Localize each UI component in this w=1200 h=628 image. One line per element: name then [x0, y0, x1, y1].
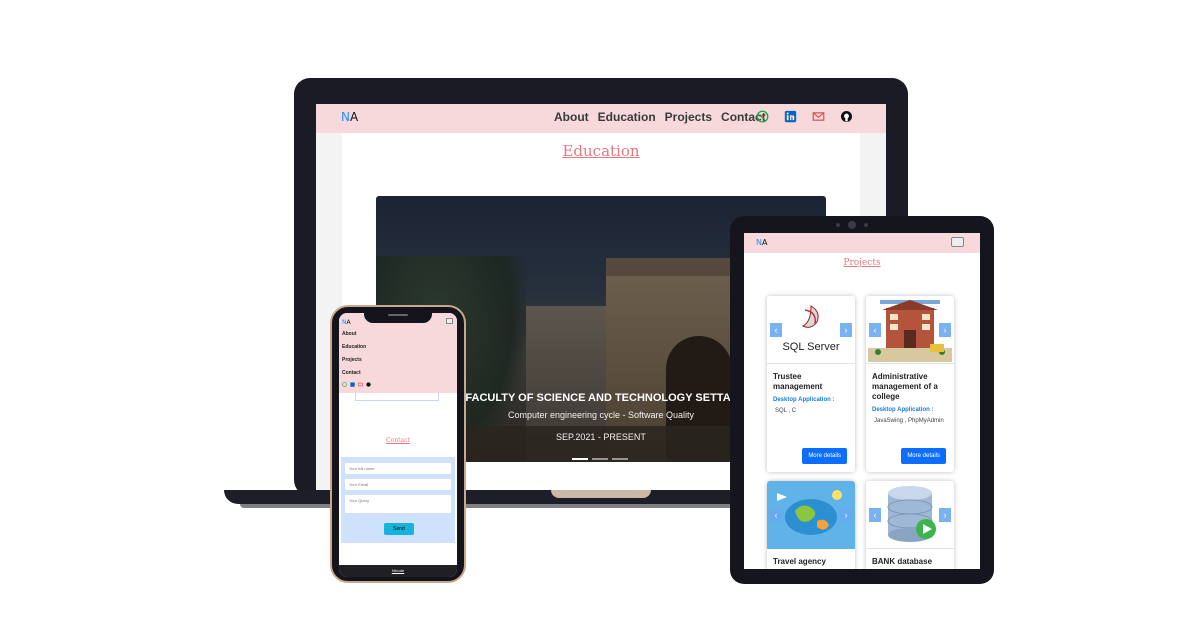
email-field[interactable]: Your Email: [345, 479, 451, 490]
more-details-button[interactable]: More details: [802, 448, 847, 464]
github-icon[interactable]: [840, 110, 853, 123]
chevron-left-icon[interactable]: ‹: [869, 508, 881, 522]
project-title: Travel agency: [773, 557, 826, 566]
project-card: ‹ › Travel agency: [767, 481, 855, 569]
carousel-indicator-1[interactable]: [572, 458, 588, 460]
tablet-screen: NA Projects SQL Server ‹ › Trustee manag…: [744, 233, 980, 569]
menu-item-projects[interactable]: Projects: [342, 357, 362, 363]
menu-item-contact[interactable]: Contact: [342, 370, 361, 376]
project-kind: Desktop Application :: [872, 407, 934, 413]
footer-link[interactable]: Nlcode: [339, 565, 457, 577]
hamburger-icon[interactable]: [951, 237, 964, 247]
sql-server-logo-text: SQL Server: [782, 341, 839, 353]
project-image-sqlserver: SQL Server ‹ ›: [767, 296, 855, 364]
social-links: [756, 110, 853, 123]
nav-link-about[interactable]: About: [554, 110, 589, 124]
laptop-hinge-notch: [551, 490, 651, 498]
carousel-indicator-2[interactable]: [592, 458, 608, 460]
brand-logo[interactable]: NA: [756, 238, 767, 247]
menu-item-education[interactable]: Education: [342, 344, 366, 350]
project-image-travel: ‹ ›: [767, 481, 855, 549]
chevron-right-icon[interactable]: ›: [939, 508, 951, 522]
phone-speaker: [388, 314, 408, 316]
contact-form: Your full name Your Email Your Query Sen…: [341, 457, 455, 543]
project-title: BANK database: [872, 557, 933, 566]
chevron-right-icon[interactable]: ›: [939, 323, 951, 337]
menu-item-about[interactable]: About: [342, 331, 356, 337]
project-image-database: ‹ ›: [866, 481, 954, 549]
section-title-projects: Projects: [843, 258, 881, 268]
github-icon[interactable]: [366, 382, 371, 387]
whatsapp-icon[interactable]: [342, 382, 347, 387]
social-links: [342, 382, 371, 387]
chevron-left-icon[interactable]: ‹: [770, 508, 782, 522]
project-card: SQL Server ‹ › Trustee management Deskto…: [767, 296, 855, 472]
chevron-right-icon[interactable]: ›: [840, 323, 852, 337]
navbar: NA About Education Projects Contact: [316, 104, 886, 133]
project-image-college: ‹ ›: [866, 296, 954, 364]
phone-menu: NA About Education Projects Contact: [339, 313, 457, 393]
carousel-indicator-3[interactable]: [612, 458, 628, 460]
form-outline: [355, 393, 439, 401]
linkedin-icon[interactable]: [784, 110, 797, 123]
more-details-button[interactable]: More details: [901, 448, 946, 464]
brand-logo[interactable]: NA: [342, 319, 351, 326]
section-title-education: Education: [562, 142, 640, 160]
hamburger-icon[interactable]: [446, 318, 453, 324]
project-title: Trustee management: [773, 372, 823, 391]
nav-link-education[interactable]: Education: [598, 110, 656, 124]
brand-logo[interactable]: NA: [341, 110, 358, 124]
phone-notch: [364, 309, 432, 323]
tablet-navbar: NA: [744, 233, 980, 253]
project-tech: SQL , C: [775, 408, 797, 414]
carousel-indicators: [572, 458, 628, 460]
chevron-right-icon[interactable]: ›: [840, 508, 852, 522]
query-field[interactable]: Your Query: [345, 495, 451, 513]
tablet-camera: [848, 221, 856, 229]
nav-link-projects[interactable]: Projects: [665, 110, 712, 124]
nav-links: About Education Projects Contact: [554, 110, 766, 124]
linkedin-icon[interactable]: [350, 382, 355, 387]
mail-icon[interactable]: [812, 110, 825, 123]
send-button[interactable]: Send: [384, 523, 414, 535]
chevron-left-icon[interactable]: ‹: [869, 323, 881, 337]
chevron-left-icon[interactable]: ‹: [770, 323, 782, 337]
whatsapp-icon[interactable]: [756, 110, 769, 123]
project-kind: Desktop Application :: [773, 397, 835, 403]
project-card: ‹ › Administrative management of a colle…: [866, 296, 954, 472]
phone-screen: NA About Education Projects Contact Cont…: [339, 313, 457, 577]
project-tech: JavaSwing , PhpMyAdmin: [874, 418, 944, 424]
project-title: Administrative management of a college: [872, 372, 938, 401]
mail-icon[interactable]: [358, 382, 363, 387]
project-card: ‹ › BANK database: [866, 481, 954, 569]
section-title-contact: Contact: [386, 437, 410, 444]
name-field[interactable]: Your full name: [345, 463, 451, 474]
